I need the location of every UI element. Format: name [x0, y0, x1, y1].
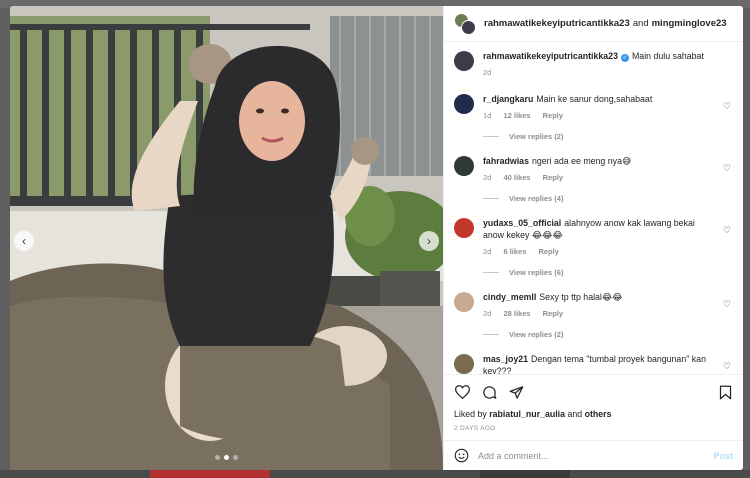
- avatar[interactable]: [454, 218, 474, 238]
- view-replies-label: View replies (4): [509, 194, 564, 203]
- liked-by-and: and: [567, 409, 583, 419]
- comment-text: Main ke sanur dong,sahabaat: [536, 94, 653, 104]
- collab-avatars[interactable]: [454, 12, 476, 35]
- comment-item: fahradwias ngeri ada ee meng nya😅 2d 40 l…: [454, 155, 733, 203]
- heart-icon[interactable]: [454, 384, 470, 400]
- comment-heart-icon[interactable]: ♡: [723, 299, 731, 310]
- liked-by-user[interactable]: rabiatul_nur_aulia: [489, 409, 565, 419]
- reply-button[interactable]: Reply: [543, 173, 563, 182]
- header-username-1[interactable]: rahmawatikekeyiputricantikka23: [484, 18, 630, 29]
- liked-by-prefix: Liked by: [454, 409, 487, 419]
- comment-username[interactable]: fahradwias: [483, 156, 529, 166]
- comment-item: r_djangkaru Main ke sanur dong,sahabaat 1…: [454, 93, 733, 141]
- divider: [483, 136, 499, 137]
- photo-illustration: [10, 6, 443, 470]
- carousel-dots: [10, 455, 443, 460]
- comment-likes[interactable]: 12 likes: [503, 111, 530, 120]
- post-button[interactable]: Post: [713, 451, 733, 461]
- comment-item: mas_joy21 Dengan tema "tumbal proyek bang…: [454, 353, 733, 374]
- comment-text: Sexy tp ttp halal😂😂: [539, 292, 623, 302]
- avatar[interactable]: [454, 354, 474, 374]
- reply-button[interactable]: Reply: [538, 247, 558, 256]
- emoji-icon[interactable]: [454, 448, 470, 464]
- comment-likes[interactable]: 40 likes: [503, 173, 530, 182]
- caption-time: 2d: [483, 68, 492, 77]
- comment-heart-icon[interactable]: ♡: [723, 225, 731, 236]
- divider: [483, 198, 499, 199]
- avatar[interactable]: [454, 94, 474, 114]
- comment-username[interactable]: cindy_memll: [483, 292, 536, 302]
- post-timestamp: 2 DAYS AGO: [454, 425, 496, 432]
- chevron-right-icon: ›: [427, 234, 431, 248]
- chevron-left-icon: ‹: [22, 234, 26, 248]
- carousel-dot: [233, 455, 238, 460]
- divider: [483, 272, 499, 273]
- share-icon[interactable]: [508, 384, 524, 400]
- caption-text: Main dulu sahabat: [631, 51, 704, 61]
- reply-button[interactable]: Reply: [543, 111, 563, 120]
- post-side-panel: rahmawatikekeyiputricantikka23 and mingm…: [443, 6, 743, 470]
- comment-time: 1d: [483, 111, 492, 120]
- backdrop-bottom: [0, 470, 750, 478]
- add-comment-bar: Post: [444, 440, 743, 470]
- view-replies-label: View replies (2): [509, 132, 564, 141]
- post-actions: Liked by rabiatul_nur_aulia and others 2…: [444, 374, 743, 440]
- comment-text: ngeri ada ee meng nya😅: [531, 156, 632, 166]
- liked-by-others[interactable]: others: [585, 409, 612, 419]
- post-photo: ‹ ›: [10, 6, 443, 470]
- comment-item: yudaxs_05_official alahnyow anow kak lawa…: [454, 217, 733, 277]
- header-and: and: [632, 18, 649, 29]
- caption: rahmawatikekeyiputricantikka23 ✓ Main dulu…: [454, 50, 733, 79]
- next-photo-button[interactable]: ›: [419, 231, 439, 251]
- view-replies-label: View replies (6): [509, 268, 564, 277]
- view-replies-button[interactable]: View replies (2): [483, 330, 733, 339]
- liked-by: Liked by rabiatul_nur_aulia and others: [454, 409, 733, 419]
- avatar: [461, 19, 476, 35]
- comment-time: 2d: [483, 173, 492, 182]
- comment-heart-icon[interactable]: ♡: [723, 101, 731, 112]
- verified-badge-icon: ✓: [620, 54, 629, 62]
- comment-username[interactable]: yudaxs_05_official: [483, 218, 561, 228]
- post-header: rahmawatikekeyiputricantikka23 and mingm…: [444, 6, 743, 42]
- avatar[interactable]: [454, 156, 474, 176]
- header-username-2[interactable]: mingminglove23: [652, 18, 727, 29]
- carousel-dot-active: [224, 455, 229, 460]
- comment-heart-icon[interactable]: ♡: [723, 361, 731, 372]
- carousel-dot: [215, 455, 220, 460]
- comment-heart-icon[interactable]: ♡: [723, 163, 731, 174]
- post-modal: ‹ › rahmawatikekeyiputricantikka23 and m…: [10, 6, 743, 470]
- add-comment-input[interactable]: [478, 450, 714, 461]
- comment-time: 2d: [483, 309, 492, 318]
- comment-likes[interactable]: 6 likes: [503, 247, 526, 256]
- avatar[interactable]: [454, 292, 474, 312]
- caption-username[interactable]: rahmawatikekeyiputricantikka23: [483, 51, 618, 61]
- comments-list: rahmawatikekeyiputricantikka23 ✓ Main dulu…: [444, 42, 743, 374]
- view-replies-button[interactable]: View replies (4): [483, 194, 733, 203]
- comment-time: 2d: [483, 247, 492, 256]
- comment-username[interactable]: r_djangkaru: [483, 94, 533, 104]
- avatar[interactable]: [454, 51, 474, 71]
- bookmark-icon[interactable]: [717, 384, 733, 400]
- previous-photo-button[interactable]: ‹: [14, 231, 34, 251]
- divider: [483, 334, 499, 335]
- comment-username[interactable]: mas_joy21: [483, 354, 528, 364]
- view-replies-button[interactable]: View replies (2): [483, 132, 733, 141]
- view-replies-button[interactable]: View replies (6): [483, 268, 733, 277]
- reply-button[interactable]: Reply: [543, 309, 563, 318]
- comment-icon[interactable]: [481, 384, 497, 400]
- view-replies-label: View replies (2): [509, 330, 564, 339]
- comment-item: cindy_memll Sexy tp ttp halal😂😂 2d 28 lik…: [454, 291, 733, 339]
- comment-likes[interactable]: 28 likes: [503, 309, 530, 318]
